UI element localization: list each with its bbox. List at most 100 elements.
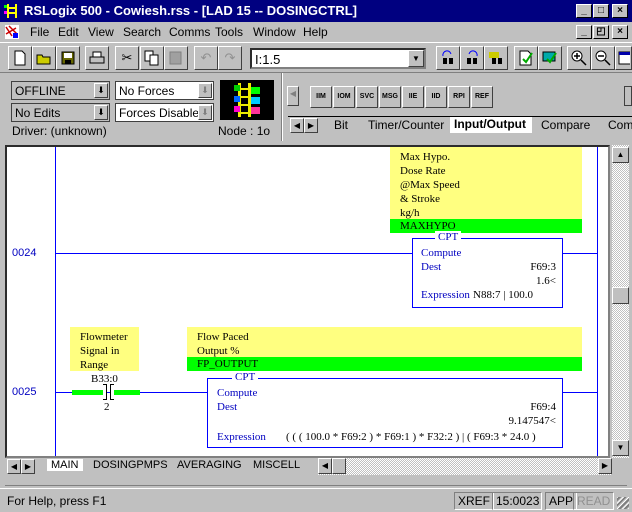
palette-button-iid[interactable]: IID (425, 86, 447, 108)
file-tab-main[interactable]: MAIN (47, 459, 83, 471)
palette-button-ref[interactable]: REF (471, 86, 493, 108)
print-icon[interactable] (85, 46, 109, 70)
menu-comms[interactable]: Comms (169, 25, 210, 39)
palette-button-iim[interactable]: IIM (310, 86, 332, 108)
palette-button-rpi[interactable]: RPI (448, 86, 470, 108)
palette-scroll-left-button[interactable]: ◀ (287, 86, 299, 106)
right-power-rail (597, 147, 598, 456)
menu-window[interactable]: Window (253, 25, 296, 39)
hscroll-right-icon[interactable]: ▶ (598, 458, 612, 474)
status-bar: For Help, press F1 XREF 15:0023 APP READ (0, 488, 632, 512)
address-combo[interactable]: I:1.5 ▼ (250, 48, 426, 69)
contact-comment: Flowmeter Signal in Range (70, 327, 139, 371)
find-next-icon[interactable] (460, 46, 484, 70)
rung-0025-symbol: FP_OUTPUT (187, 357, 582, 371)
file-tab-miscell[interactable]: MISCELL (253, 459, 300, 471)
menu-tools[interactable]: Tools (215, 25, 243, 39)
chevron-down-icon[interactable]: ▼ (408, 50, 424, 67)
document-icon[interactable] (4, 24, 20, 40)
ladder-editor[interactable]: Max Hypo. Dose Rate @Max Speed & Stroke … (5, 145, 610, 458)
contact-energized-left (72, 390, 105, 395)
calendar-icon[interactable] (615, 46, 632, 70)
undo-icon[interactable]: ↶ (194, 46, 218, 70)
doc-minimize-button[interactable]: _ (576, 25, 592, 39)
save-icon[interactable] (56, 46, 80, 70)
forces-dropdown[interactable]: No Forces ⬇ (115, 81, 214, 100)
forces-enabled-dropdown[interactable]: Forces Disabled ⬇ (115, 103, 214, 122)
expression-value: ( ( ( 100.0 * F69:2 ) * F69:1 ) * F32:2 … (286, 431, 536, 443)
find-prev-icon[interactable] (436, 46, 460, 70)
file-tab-strip: ◀ ▶ MAIN DOSINGPMPS AVERAGING MISCELL ◀ … (5, 458, 612, 475)
new-file-icon[interactable] (8, 46, 32, 70)
xic-contact-left[interactable] (103, 384, 107, 400)
scroll-down-icon[interactable]: ▼ (612, 440, 629, 456)
palette-button-svc[interactable]: SVC (356, 86, 378, 108)
scroll-thumb[interactable] (612, 287, 629, 304)
xic-contact-right[interactable] (110, 384, 114, 400)
position-indicator: 15:0023 (492, 492, 542, 510)
dest-address: F69:3 (530, 261, 556, 273)
verify-file-icon[interactable] (514, 46, 538, 70)
zoom-in-icon[interactable] (567, 46, 591, 70)
open-folder-icon[interactable] (32, 46, 56, 70)
divider (281, 73, 283, 141)
tab-bit[interactable]: Bit (334, 118, 348, 132)
tab-scroll-left-icon[interactable]: ◀ (290, 118, 304, 133)
dropdown-arrow-icon[interactable]: ⬇ (94, 105, 108, 120)
cpt-instruction-0025[interactable]: CPT Compute Dest F69:4 9.147547< Express… (207, 371, 563, 448)
verify-project-icon[interactable] (538, 46, 562, 70)
processor-status-icon (220, 80, 274, 120)
copy-icon[interactable] (140, 46, 164, 70)
doc-restore-button[interactable]: ◰ (593, 25, 609, 39)
title-bar: RSLogix 500 - Cowiesh.rss - [LAD 15 -- D… (0, 0, 632, 22)
tab-timer-counter[interactable]: Timer/Counter (368, 118, 444, 132)
file-tab-dosingpmps[interactable]: DOSINGPMPS (93, 459, 168, 471)
vertical-scrollbar[interactable]: ▲ ▼ (612, 145, 629, 458)
redo-icon[interactable]: ↷ (218, 46, 242, 70)
comment-line: Flow Paced (197, 331, 249, 343)
scroll-up-icon[interactable]: ▲ (612, 147, 629, 163)
splitter[interactable] (5, 477, 627, 486)
tab-com[interactable]: Com (608, 118, 632, 132)
maximize-button[interactable]: □ (593, 4, 609, 18)
dest-address: F69:4 (530, 401, 556, 413)
dropdown-arrow-icon[interactable]: ⬇ (198, 83, 212, 98)
menu-help[interactable]: Help (303, 25, 328, 39)
online-status-panel: OFFLINE ⬇ No Edits ⬇ No Forces ⬇ Forces … (0, 72, 632, 141)
tab-scroll-right-icon[interactable]: ▶ (304, 118, 318, 133)
horizontal-scrollbar[interactable]: ◀ ▶ (318, 458, 612, 475)
hscroll-thumb[interactable] (332, 458, 346, 474)
dropdown-arrow-icon[interactable]: ⬇ (94, 83, 108, 98)
paste-icon[interactable] (164, 46, 188, 70)
minimize-button[interactable]: _ (576, 4, 592, 18)
edits-dropdown[interactable]: No Edits ⬇ (11, 103, 110, 122)
file-tab-averaging[interactable]: AVERAGING (177, 459, 242, 471)
file-tab-left-icon[interactable]: ◀ (7, 459, 21, 474)
rung-0024-comment: Max Hypo. Dose Rate @Max Speed & Stroke … (390, 147, 582, 219)
comment-line: @Max Speed (400, 179, 460, 191)
palette-scroll-right-button[interactable] (624, 86, 632, 106)
palette-button-iom[interactable]: IOM (333, 86, 355, 108)
tab-compare[interactable]: Compare (541, 118, 590, 132)
find-all-icon[interactable] (484, 46, 508, 70)
close-button[interactable]: × (612, 4, 628, 18)
cpt-instruction-0024[interactable]: CPT Compute Dest F69:3 1.6< Expression N… (412, 231, 563, 308)
doc-close-button[interactable]: × (612, 25, 628, 39)
instruction-title: Compute (421, 247, 462, 259)
menu-view[interactable]: View (88, 25, 114, 39)
mode-dropdown[interactable]: OFFLINE ⬇ (11, 81, 110, 100)
menu-edit[interactable]: Edit (58, 25, 79, 39)
file-tab-right-icon[interactable]: ▶ (21, 459, 35, 474)
dropdown-arrow-icon[interactable]: ⬇ (198, 105, 212, 120)
forces-enabled-value: Forces Disabled (119, 106, 206, 120)
hscroll-left-icon[interactable]: ◀ (318, 458, 332, 474)
tab-input-output[interactable]: Input/Output (450, 117, 532, 133)
zoom-out-icon[interactable] (591, 46, 615, 70)
cut-icon[interactable]: ✂ (115, 46, 139, 70)
palette-button-iie[interactable]: IIE (402, 86, 424, 108)
resize-grip-icon[interactable] (617, 497, 629, 509)
palette-button-msg[interactable]: MSG (379, 86, 401, 108)
menu-file[interactable]: File (30, 25, 49, 39)
menu-search[interactable]: Search (123, 25, 161, 39)
rung-0025-wire-right (562, 392, 597, 393)
